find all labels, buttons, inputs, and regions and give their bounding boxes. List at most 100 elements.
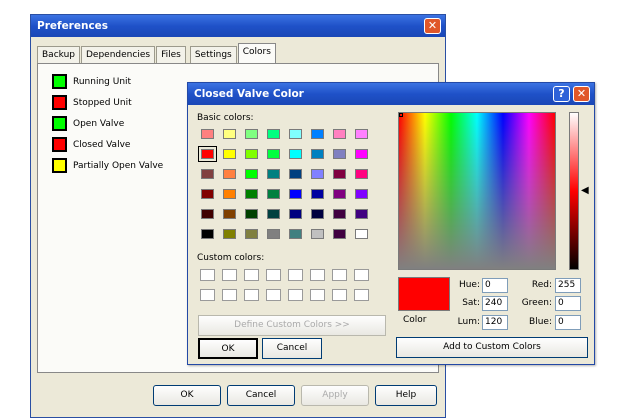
basic-color-swatch[interactable] [311, 129, 324, 139]
basic-color-swatch[interactable] [289, 149, 302, 159]
custom-color-swatch[interactable] [222, 269, 237, 281]
basic-color-swatch[interactable] [311, 169, 324, 179]
basic-color-swatch[interactable] [223, 209, 236, 219]
basic-color-swatch[interactable] [333, 169, 346, 179]
custom-color-swatch[interactable] [244, 289, 259, 301]
basic-color-swatch[interactable] [267, 209, 280, 219]
custom-color-swatch[interactable] [266, 269, 281, 281]
cancel-button[interactable]: Cancel [262, 338, 322, 359]
custom-color-swatch[interactable] [222, 289, 237, 301]
color-swatch[interactable] [52, 95, 67, 110]
basic-color-swatch[interactable] [355, 149, 368, 159]
green-field[interactable]: 0 [555, 296, 581, 311]
custom-color-swatch[interactable] [244, 269, 259, 281]
basic-color-swatch[interactable] [267, 229, 280, 239]
ok-button[interactable]: OK [198, 338, 258, 359]
apply-button[interactable]: Apply [301, 385, 369, 406]
legend-partially-open-valve[interactable]: Partially Open Valve [52, 158, 163, 173]
basic-color-swatch[interactable] [223, 229, 236, 239]
basic-color-swatch[interactable] [355, 129, 368, 139]
tab-settings[interactable]: Settings [189, 46, 237, 64]
color-swatch[interactable] [52, 116, 67, 131]
cancel-button[interactable]: Cancel [227, 385, 295, 406]
color-spectrum[interactable] [398, 112, 556, 270]
close-icon[interactable]: ✕ [573, 86, 590, 102]
tab-backup[interactable]: Backup [37, 46, 80, 64]
basic-color-swatch[interactable] [267, 169, 280, 179]
basic-color-swatch[interactable] [223, 129, 236, 139]
custom-color-swatch[interactable] [266, 289, 281, 301]
close-icon[interactable]: ✕ [424, 18, 441, 34]
sat-field[interactable]: 240 [482, 296, 508, 311]
basic-color-swatch[interactable] [245, 149, 258, 159]
custom-color-swatch[interactable] [310, 289, 325, 301]
custom-color-swatch[interactable] [310, 269, 325, 281]
basic-color-swatch[interactable] [201, 229, 214, 239]
red-field[interactable]: 255 [555, 278, 581, 293]
basic-color-swatch[interactable] [311, 189, 324, 199]
custom-color-swatch[interactable] [354, 269, 369, 281]
basic-color-swatch[interactable] [245, 129, 258, 139]
custom-color-swatch[interactable] [332, 269, 347, 281]
basic-color-swatch[interactable] [289, 209, 302, 219]
custom-color-swatch[interactable] [200, 269, 215, 281]
basic-color-swatch[interactable] [355, 229, 368, 239]
lum-field[interactable]: 120 [482, 315, 508, 330]
basic-color-swatch[interactable] [355, 189, 368, 199]
basic-color-swatch[interactable] [245, 229, 258, 239]
preferences-titlebar[interactable]: Preferences [31, 15, 445, 37]
custom-color-swatch[interactable] [354, 289, 369, 301]
color-swatch[interactable] [52, 158, 67, 173]
ok-button[interactable]: OK [153, 385, 221, 406]
basic-color-swatch[interactable] [311, 209, 324, 219]
basic-color-swatch[interactable] [267, 189, 280, 199]
legend-running-unit[interactable]: Running Unit [52, 74, 131, 89]
basic-color-swatch[interactable] [201, 129, 214, 139]
tab-files[interactable]: Files [156, 46, 186, 64]
basic-color-swatch[interactable] [333, 129, 346, 139]
hue-field[interactable]: 0 [482, 278, 508, 293]
basic-color-swatch[interactable] [223, 169, 236, 179]
help-icon[interactable]: ? [553, 86, 570, 102]
basic-color-swatch[interactable] [245, 209, 258, 219]
basic-color-swatch[interactable] [201, 209, 214, 219]
basic-color-swatch[interactable] [267, 129, 280, 139]
custom-color-swatch[interactable] [288, 289, 303, 301]
help-button[interactable]: Help [375, 385, 437, 406]
luminance-pointer-icon[interactable]: ◀ [581, 185, 589, 196]
basic-color-swatch[interactable] [311, 229, 324, 239]
basic-color-swatch[interactable] [333, 229, 346, 239]
basic-color-swatch[interactable] [289, 129, 302, 139]
blue-field[interactable]: 0 [555, 315, 581, 330]
custom-color-swatch[interactable] [332, 289, 347, 301]
basic-color-swatch[interactable] [201, 169, 214, 179]
basic-color-swatch[interactable] [289, 189, 302, 199]
basic-color-swatch[interactable] [201, 189, 214, 199]
basic-color-swatch[interactable] [223, 189, 236, 199]
basic-color-swatch[interactable] [223, 149, 236, 159]
basic-color-swatch[interactable] [198, 146, 217, 162]
basic-color-swatch[interactable] [333, 209, 346, 219]
basic-color-swatch[interactable] [289, 229, 302, 239]
basic-color-swatch[interactable] [311, 149, 324, 159]
legend-closed-valve[interactable]: Closed Valve [52, 137, 130, 152]
basic-color-swatch[interactable] [267, 149, 280, 159]
custom-color-swatch[interactable] [200, 289, 215, 301]
basic-color-swatch[interactable] [355, 169, 368, 179]
basic-color-swatch[interactable] [245, 169, 258, 179]
tab-colors[interactable]: Colors [237, 43, 276, 64]
tab-dependencies[interactable]: Dependencies [81, 46, 156, 64]
custom-color-swatch[interactable] [288, 269, 303, 281]
basic-color-swatch[interactable] [333, 149, 346, 159]
basic-color-swatch[interactable] [355, 209, 368, 219]
add-to-custom-colors-button[interactable]: Add to Custom Colors [396, 337, 588, 358]
basic-color-swatch[interactable] [333, 189, 346, 199]
basic-color-swatch[interactable] [245, 189, 258, 199]
color-dialog-titlebar[interactable]: Closed Valve Color [188, 83, 594, 105]
legend-stopped-unit[interactable]: Stopped Unit [52, 95, 132, 110]
basic-color-swatch[interactable] [289, 169, 302, 179]
color-swatch[interactable] [52, 137, 67, 152]
legend-open-valve[interactable]: Open Valve [52, 116, 124, 131]
luminance-slider[interactable] [569, 112, 579, 270]
color-swatch[interactable] [52, 74, 67, 89]
